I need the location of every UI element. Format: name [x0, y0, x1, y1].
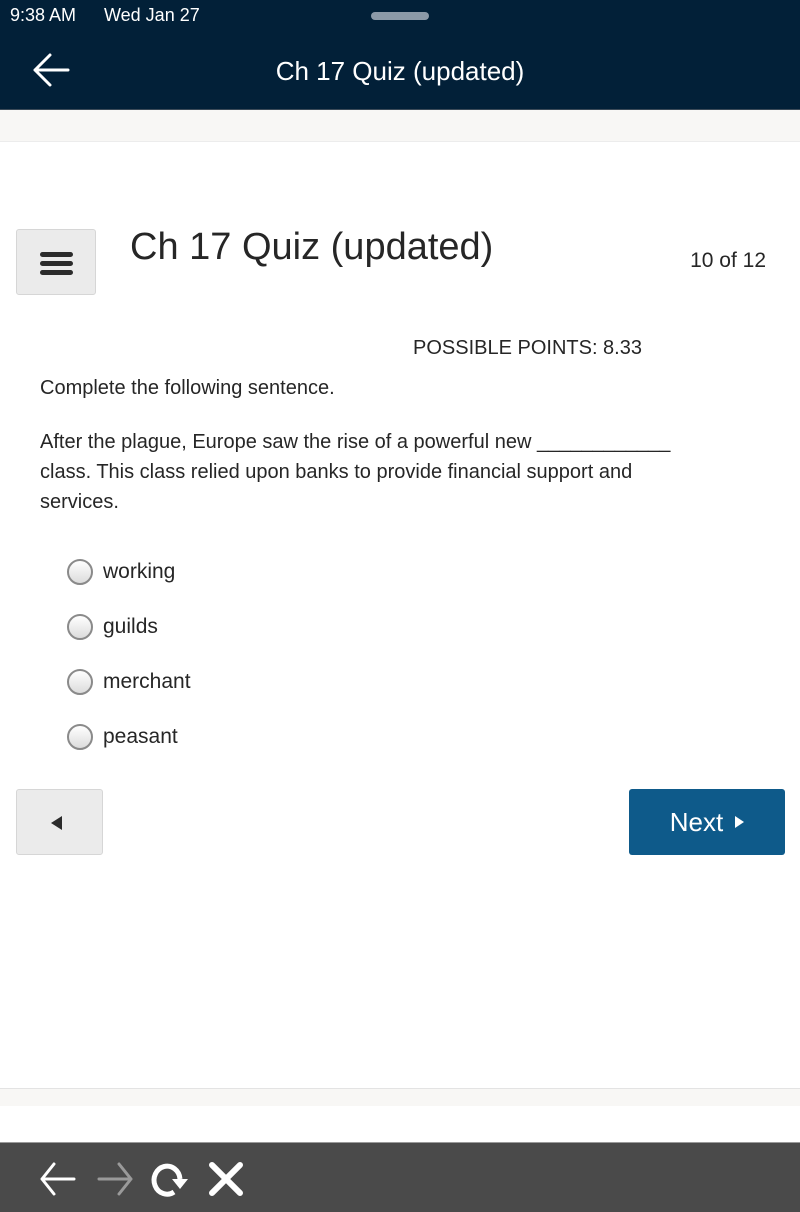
- quiz-title: Ch 17 Quiz (updated): [130, 226, 494, 268]
- question-instruction: Complete the following sentence.: [40, 377, 335, 399]
- nav-title: Ch 17 Quiz (updated): [275, 56, 525, 86]
- back-arrow-icon[interactable]: [38, 1159, 78, 1199]
- footer-spacer: [0, 1088, 800, 1106]
- menu-button[interactable]: [16, 229, 96, 295]
- question-progress: 10 of 12: [690, 249, 766, 272]
- app-header: 9:38 AM Wed Jan 27 Ch 17 Quiz (updated): [0, 0, 800, 110]
- previous-button[interactable]: [16, 789, 103, 855]
- forward-arrow-icon[interactable]: [95, 1159, 135, 1199]
- reload-icon[interactable]: [150, 1159, 190, 1199]
- possible-points: POSSIBLE POINTS: 8.33: [413, 337, 642, 359]
- multitasking-handle[interactable]: [371, 12, 429, 20]
- option-label: working: [103, 559, 176, 583]
- question-text: After the plague, Europe saw the rise of…: [40, 431, 671, 513]
- option-label: guilds: [103, 614, 158, 638]
- next-button[interactable]: Next: [629, 789, 785, 855]
- radio-button[interactable]: [67, 613, 93, 640]
- header-spacer: [0, 110, 800, 142]
- radio-button[interactable]: [67, 558, 93, 585]
- triangle-right-icon: [735, 816, 745, 828]
- option-label: merchant: [103, 669, 191, 693]
- radio-button[interactable]: [67, 668, 93, 695]
- answer-option[interactable]: guilds: [67, 599, 191, 654]
- browser-toolbar: [0, 1142, 800, 1212]
- next-label: Next: [669, 806, 724, 837]
- answer-option[interactable]: peasant: [67, 709, 191, 764]
- radio-button[interactable]: [67, 723, 93, 750]
- answer-option[interactable]: working: [67, 544, 191, 599]
- status-time: 9:38 AM: [10, 5, 77, 25]
- status-date: Wed Jan 27: [104, 5, 200, 25]
- answer-option[interactable]: merchant: [67, 654, 191, 709]
- triangle-left-icon: [51, 816, 62, 830]
- close-icon[interactable]: [206, 1159, 246, 1199]
- option-label: peasant: [103, 724, 178, 748]
- answer-options: working guilds merchant peasant: [67, 544, 191, 764]
